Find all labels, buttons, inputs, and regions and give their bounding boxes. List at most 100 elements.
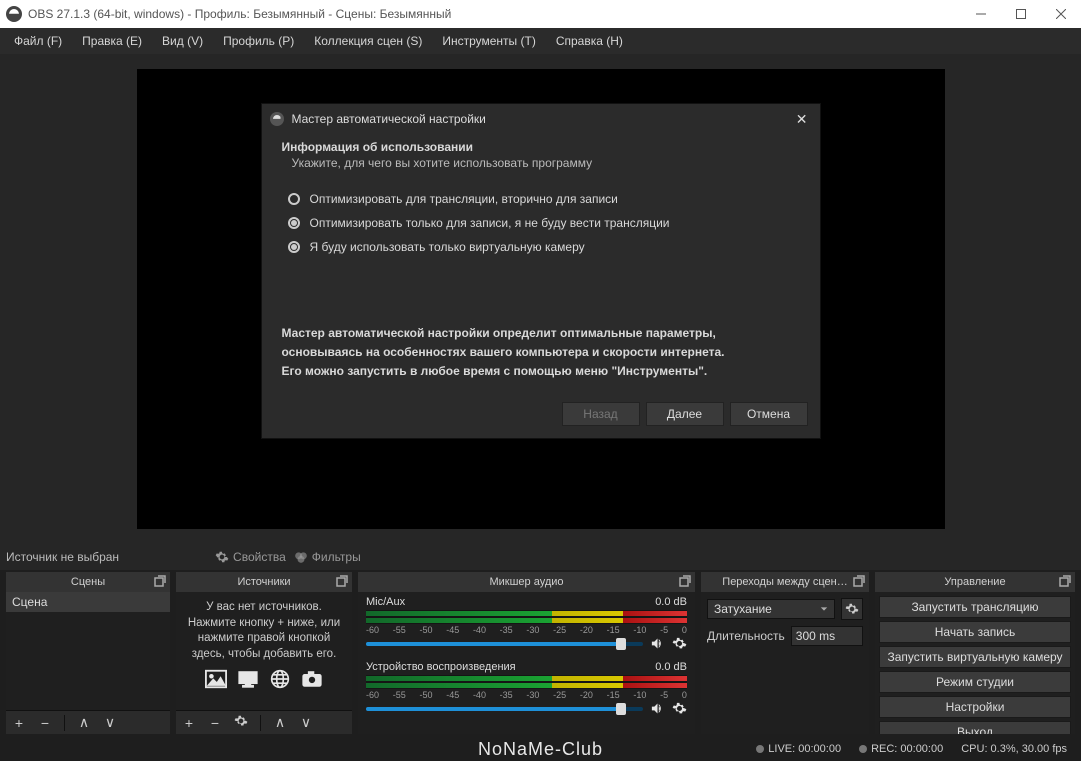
studio-mode-button[interactable]: Режим студии (879, 671, 1071, 693)
maximize-button[interactable] (1001, 0, 1041, 28)
radio-icon (288, 241, 300, 253)
back-button[interactable]: Назад (562, 402, 640, 426)
settings-button[interactable]: Настройки (879, 696, 1071, 718)
source-up-button[interactable]: ∧ (271, 714, 289, 731)
exit-button[interactable]: Выход (879, 721, 1071, 734)
start-streaming-button[interactable]: Запустить трансляцию (879, 596, 1071, 618)
titlebar: OBS 27.1.3 (64-bit, windows) - Профиль: … (0, 0, 1081, 28)
globe-icon (267, 668, 293, 690)
gear-icon (215, 550, 229, 564)
menu-scenes[interactable]: Коллекция сцен (S) (304, 28, 432, 54)
scene-down-button[interactable]: ∨ (101, 714, 119, 731)
next-button[interactable]: Далее (646, 402, 724, 426)
speaker-icon[interactable] (649, 701, 665, 716)
start-recording-button[interactable]: Начать запись (879, 621, 1071, 643)
display-icon (235, 668, 261, 690)
scenes-toolbar: + − ∧ ∨ (6, 710, 170, 734)
scenes-header[interactable]: Сцены (6, 572, 170, 592)
start-virtualcam-button[interactable]: Запустить виртуальную камеру (879, 646, 1071, 668)
mixer-channel-mic: Mic/Aux0.0 dB -60-55-50-45-40-35-30-25-2… (358, 592, 695, 653)
add-scene-button[interactable]: + (10, 715, 28, 731)
status-bar: NoNaMe-Club LIVE: 00:00:00 REC: 00:00:00… (0, 737, 1081, 761)
popout-icon[interactable] (154, 575, 166, 587)
transitions-dock: Переходы между сцен… Затухание Длительно… (701, 572, 869, 734)
speaker-icon[interactable] (649, 636, 665, 651)
sources-header[interactable]: Источники (176, 572, 352, 592)
transitions-header[interactable]: Переходы между сцен… (701, 572, 869, 592)
duration-input[interactable] (791, 626, 863, 646)
popout-icon[interactable] (1059, 575, 1071, 587)
no-source-label: Источник не выбран (6, 550, 119, 564)
obs-icon (270, 112, 284, 126)
duration-label: Длительность (707, 629, 785, 643)
option-recording[interactable]: Оптимизировать только для записи, я не б… (288, 216, 800, 230)
source-down-button[interactable]: ∨ (297, 714, 315, 731)
scenes-dock: Сцены Сцена + − ∧ ∨ (6, 572, 170, 734)
gear-icon[interactable] (671, 701, 687, 716)
mixer-header[interactable]: Микшер аудио (358, 572, 695, 592)
menu-help[interactable]: Справка (H) (546, 28, 633, 54)
window-title: OBS 27.1.3 (64-bit, windows) - Профиль: … (28, 7, 961, 21)
audio-meter (366, 675, 687, 689)
add-source-button[interactable]: + (180, 715, 198, 731)
dock-row: Сцены Сцена + − ∧ ∨ Источники У вас нет … (0, 570, 1081, 734)
radio-icon (288, 217, 300, 229)
mixer-dock: Микшер аудио Mic/Aux0.0 dB -60-55-50-45-… (358, 572, 695, 734)
scene-item[interactable]: Сцена (6, 592, 170, 612)
wizard-title-text: Мастер автоматической настройки (292, 112, 486, 126)
filters-button[interactable]: Фильтры (294, 550, 361, 564)
meter-ticks: -60-55-50-45-40-35-30-25-20-15-10-50 (366, 690, 687, 700)
wizard-info-1: Мастер автоматической настройки определи… (282, 326, 725, 359)
camera-icon (299, 668, 325, 690)
properties-button[interactable]: Свойства (215, 550, 286, 564)
app-icon (6, 6, 22, 22)
preview-area: Мастер автоматической настройки ✕ Информ… (0, 54, 1081, 544)
remove-source-button[interactable]: − (206, 715, 224, 731)
radio-icon (288, 193, 300, 205)
controls-header[interactable]: Управление (875, 572, 1075, 592)
scene-up-button[interactable]: ∧ (75, 714, 93, 731)
minimize-button[interactable] (961, 0, 1001, 28)
wizard-subtitle: Укажите, для чего вы хотите использовать… (292, 156, 800, 170)
option-virtual-camera[interactable]: Я буду использовать только виртуальную к… (288, 240, 800, 254)
menu-tools[interactable]: Инструменты (T) (432, 28, 545, 54)
image-icon (203, 668, 229, 690)
transition-props-button[interactable] (841, 598, 863, 620)
close-button[interactable] (1041, 0, 1081, 28)
filters-icon (294, 550, 308, 564)
wizard-info-2: Его можно запустить в любое время с помо… (282, 364, 708, 378)
sources-toolbar: + − ∧ ∨ (176, 710, 352, 734)
status-cpu: CPU: 0.3%, 30.00 fps (961, 743, 1067, 755)
transition-select[interactable]: Затухание (707, 599, 835, 619)
preview-canvas[interactable]: Мастер автоматической настройки ✕ Информ… (137, 69, 945, 529)
menu-profile[interactable]: Профиль (P) (213, 28, 304, 54)
close-icon[interactable]: ✕ (792, 111, 812, 128)
source-toolbar: Источник не выбран Свойства Фильтры (0, 544, 1081, 570)
meter-ticks: -60-55-50-45-40-35-30-25-20-15-10-50 (366, 625, 687, 635)
menu-view[interactable]: Вид (V) (152, 28, 213, 54)
menu-file[interactable]: Файл (F) (4, 28, 72, 54)
audio-meter (366, 610, 687, 624)
menubar: Файл (F) Правка (E) Вид (V) Профиль (P) … (0, 28, 1081, 54)
popout-icon[interactable] (679, 575, 691, 587)
gear-icon[interactable] (671, 636, 687, 651)
menu-edit[interactable]: Правка (E) (72, 28, 152, 54)
sources-empty-text: У вас нет источников. Нажмите кнопку + н… (176, 592, 352, 666)
source-props-button[interactable] (232, 714, 250, 731)
cancel-button[interactable]: Отмена (730, 402, 808, 426)
option-streaming[interactable]: Оптимизировать для трансляции, вторично … (288, 192, 800, 206)
wizard-heading: Информация об использовании (282, 140, 800, 154)
popout-icon[interactable] (853, 575, 865, 587)
popout-icon[interactable] (336, 575, 348, 587)
status-live: LIVE: 00:00:00 (756, 743, 841, 755)
watermark: NoNaMe-Club (478, 739, 603, 760)
volume-slider[interactable] (366, 707, 643, 711)
mixer-channel-desktop: Устройство воспроизведения0.0 dB -60-55-… (358, 657, 695, 718)
remove-scene-button[interactable]: − (36, 715, 54, 731)
sources-dock: Источники У вас нет источников. Нажмите … (176, 572, 352, 734)
volume-slider[interactable] (366, 642, 643, 646)
wizard-titlebar[interactable]: Мастер автоматической настройки ✕ (262, 104, 820, 134)
chevron-down-icon (820, 605, 828, 613)
auto-config-wizard: Мастер автоматической настройки ✕ Информ… (261, 103, 821, 439)
controls-dock: Управление Запустить трансляцию Начать з… (875, 572, 1075, 734)
